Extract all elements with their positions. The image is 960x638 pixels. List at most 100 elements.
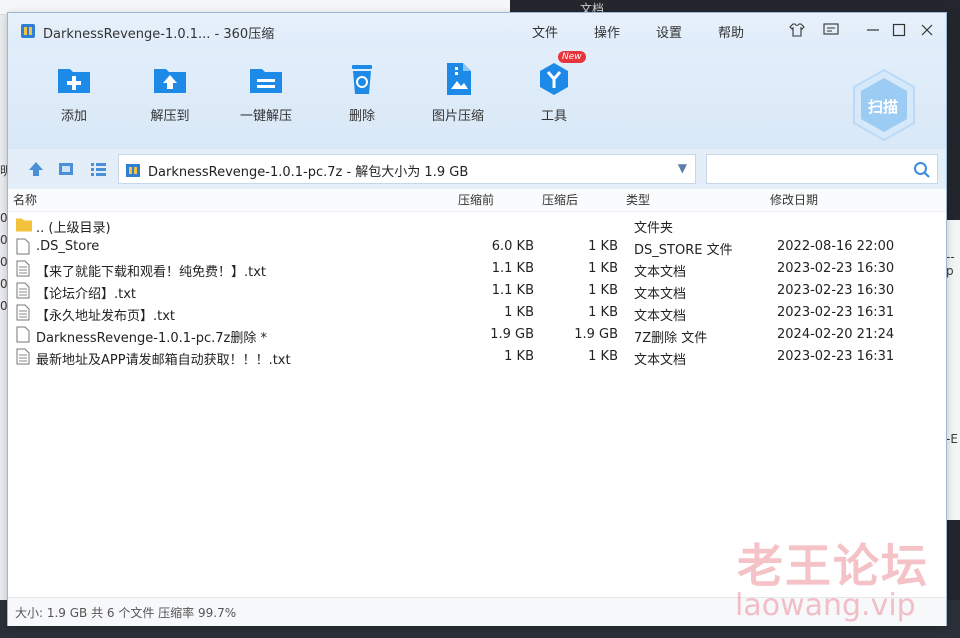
file-type: 7Z删除 文件 [634, 331, 708, 346]
tools-icon: New [536, 51, 586, 97]
path-dropdown[interactable]: DarknessRevenge-1.0.1-pc.7z - 解包大小为 1.9 … [118, 154, 696, 184]
scan-label: 扫描 [868, 98, 899, 116]
file-type: 文本文档 [634, 265, 687, 280]
scan-button[interactable]: 扫描 [851, 68, 917, 142]
background-text: --p [946, 250, 955, 278]
search-input[interactable] [706, 154, 938, 184]
skin-icon[interactable] [788, 21, 806, 39]
menu-file[interactable]: 文件 [532, 22, 558, 41]
file-size-after: 1 KB [588, 349, 618, 364]
file-size-after: 1 KB [588, 239, 618, 254]
file-type: 文件夹 [634, 221, 674, 236]
file-modified: 2023-02-23 16:30 [777, 261, 895, 276]
file-row[interactable]: 【永久地址发布页】.txt 1 KB 1 KB 文本文档 2023-02-23 … [8, 303, 946, 324]
file-size-before: 1.1 KB [491, 261, 534, 276]
address-bar: DarknessRevenge-1.0.1-pc.7z - 解包大小为 1.9 … [8, 149, 946, 189]
dropdown-arrow-icon[interactable]: ▼ [678, 161, 687, 175]
tool-label: 添加 [60, 109, 87, 124]
tools-button[interactable]: New 工具 [514, 51, 594, 124]
file-modified: 2023-02-23 16:31 [777, 349, 895, 364]
thumbnail-view-icon[interactable] [56, 159, 76, 179]
column-after-header[interactable]: 压缩后 [542, 191, 578, 208]
file-modified: 2023-02-23 16:30 [777, 283, 895, 298]
file-row[interactable]: 最新地址及APP请发邮箱自动获取！！！.txt 1 KB 1 KB 文本文档 2… [8, 347, 946, 368]
tool-label: 工具 [540, 109, 567, 124]
toolbar: 添加 解压到 一键解压 删除 图片压缩 New 工具 扫描 [8, 47, 946, 149]
file-row[interactable]: 【论坛介绍】.txt 1.1 KB 1 KB 文本文档 2023-02-23 1… [8, 281, 946, 302]
file-name: DarknessRevenge-1.0.1-pc.7z删除 * [36, 331, 267, 346]
file-list-header: 名称 压缩前 压缩后 类型 修改日期 [8, 189, 946, 212]
column-before-header[interactable]: 压缩前 [458, 191, 494, 208]
file-size-before: 6.0 KB [491, 239, 534, 254]
window-title: DarknessRevenge-1.0.1... - 360压缩 [43, 27, 275, 42]
add-button[interactable]: 添加 [34, 61, 114, 124]
file-name: 【论坛介绍】.txt [36, 287, 137, 302]
search-icon[interactable] [913, 161, 931, 179]
file-size-before: 1.9 GB [490, 327, 534, 342]
text-file-icon [16, 282, 30, 299]
file-modified: 2024-02-20 21:24 [777, 327, 895, 342]
watermark-chinese: 老王论坛 [737, 539, 929, 593]
text-file-icon [16, 304, 30, 321]
background-text: -E [946, 432, 958, 446]
text-file-icon [16, 260, 30, 277]
file-type: 文本文档 [634, 287, 687, 302]
watermark-url: laowang.vip [735, 588, 916, 623]
close-icon[interactable] [918, 21, 936, 39]
file-size-after: 1 KB [588, 261, 618, 276]
up-level-icon[interactable] [26, 159, 46, 179]
tool-label: 一键解压 [239, 109, 292, 124]
file-name: .. (上级目录) [36, 221, 111, 236]
tool-label: 图片压缩 [431, 109, 484, 124]
file-name: 【永久地址发布页】.txt [36, 309, 176, 324]
status-text: 大小: 1.9 GB 共 6 个文件 压缩率 99.7% [15, 606, 237, 620]
add-icon [56, 61, 92, 97]
file-type: DS_STORE 文件 [634, 243, 733, 258]
column-modified-header[interactable]: 修改日期 [770, 191, 818, 208]
delete-button[interactable]: 删除 [322, 61, 402, 124]
list-view-icon[interactable] [88, 159, 108, 179]
column-type-header[interactable]: 类型 [626, 191, 650, 208]
file-size-after: 1.9 GB [574, 327, 618, 342]
one-click-extract-icon [248, 61, 284, 97]
file-modified: 2022-08-16 22:00 [777, 239, 895, 254]
file-row[interactable]: .. (上级目录) 文件夹 [8, 215, 946, 236]
file-type: 文本文档 [634, 309, 687, 324]
image-compress-button[interactable]: 图片压缩 [418, 61, 498, 124]
extract-to-button[interactable]: 解压到 [130, 61, 210, 124]
minimize-icon[interactable] [864, 21, 882, 39]
file-icon [16, 238, 30, 255]
folder-icon [16, 218, 32, 232]
menu-operate[interactable]: 操作 [594, 22, 620, 41]
file-size-before: 1 KB [504, 305, 534, 320]
tool-label: 解压到 [150, 109, 190, 124]
file-size-before: 1 KB [504, 349, 534, 364]
app-logo-icon [21, 24, 35, 38]
file-row[interactable]: DarknessRevenge-1.0.1-pc.7z删除 * 1.9 GB 1… [8, 325, 946, 346]
menu-settings[interactable]: 设置 [656, 22, 682, 41]
image-compress-icon [440, 61, 476, 97]
path-text: DarknessRevenge-1.0.1-pc.7z - 解包大小为 1.9 … [148, 165, 469, 180]
column-name-header[interactable]: 名称 [13, 191, 37, 208]
file-size-before: 1.1 KB [491, 283, 534, 298]
file-name: .DS_Store [36, 239, 100, 254]
file-name: 最新地址及APP请发邮箱自动获取！！！.txt [36, 353, 291, 368]
file-type: 文本文档 [634, 353, 687, 368]
file-icon [16, 326, 30, 343]
text-file-icon [16, 348, 30, 365]
file-row[interactable]: 【来了就能下载和观看！纯免费！】.txt 1.1 KB 1 KB 文本文档 20… [8, 259, 946, 280]
one-click-extract-button[interactable]: 一键解压 [226, 61, 306, 124]
tool-label: 删除 [348, 109, 375, 124]
maximize-icon[interactable] [890, 21, 908, 39]
extract-to-icon [152, 61, 188, 97]
delete-icon [344, 61, 380, 97]
new-badge: New [558, 51, 586, 63]
menu-help[interactable]: 帮助 [718, 22, 744, 41]
file-modified: 2023-02-23 16:31 [777, 305, 895, 320]
file-row[interactable]: .DS_Store 6.0 KB 1 KB DS_STORE 文件 2022-0… [8, 237, 946, 258]
feedback-icon[interactable] [822, 21, 840, 39]
archive-icon [126, 164, 140, 177]
file-size-after: 1 KB [588, 305, 618, 320]
file-name: 【来了就能下载和观看！纯免费！】.txt [36, 265, 267, 280]
file-size-after: 1 KB [588, 283, 618, 298]
